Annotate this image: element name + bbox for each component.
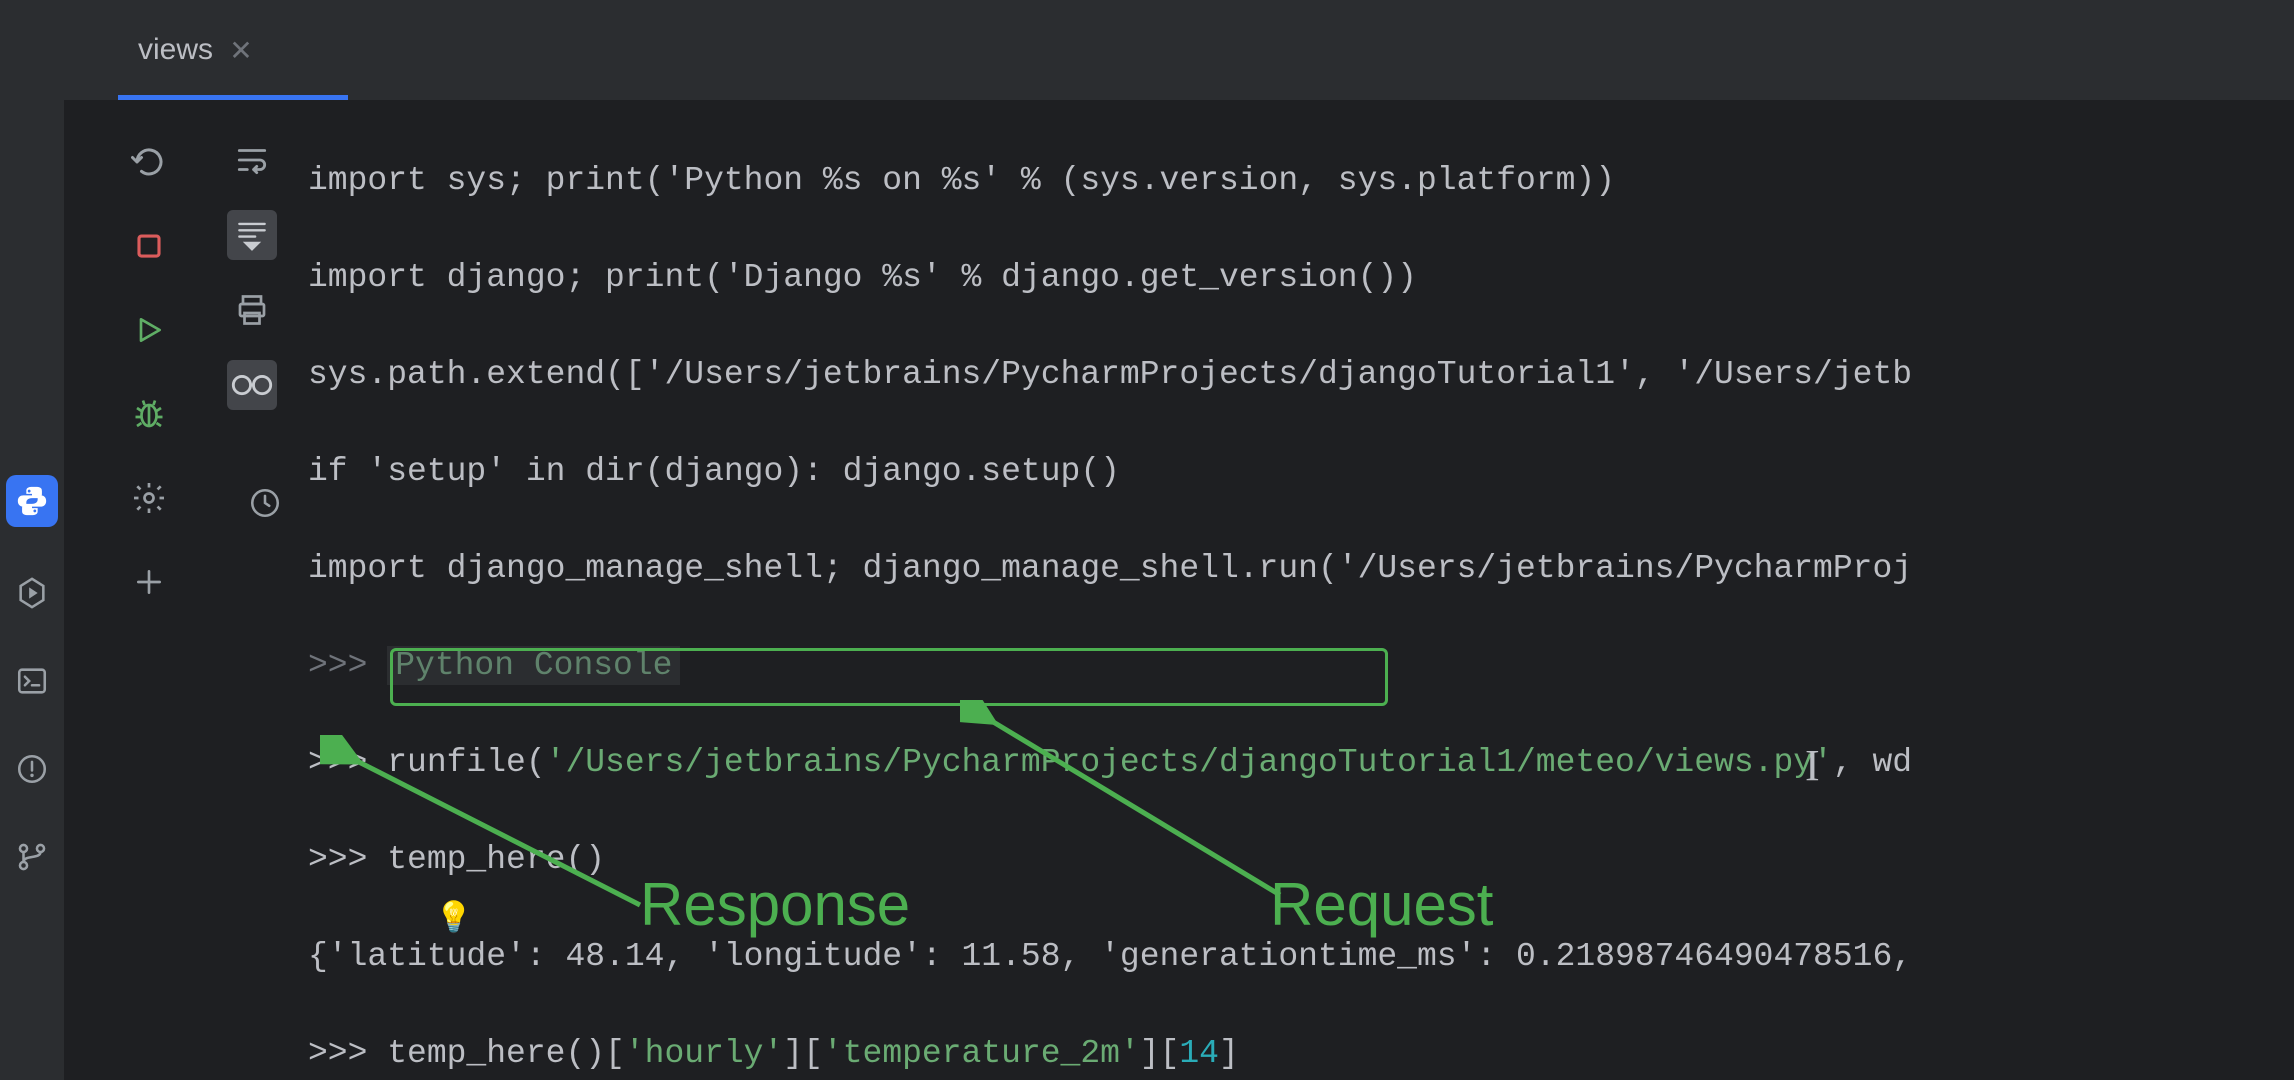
run-button[interactable] (127, 308, 171, 352)
print-button[interactable] (227, 285, 277, 335)
problems-tab-icon[interactable] (10, 747, 54, 791)
play-icon (133, 314, 165, 346)
tab-label: views (138, 33, 213, 67)
terminal-icon (15, 664, 49, 698)
console-line: import django_manage_shell; django_manag… (308, 545, 2294, 594)
editor-tab-bar: views ✕ (64, 0, 2294, 100)
console-view-toolbar (204, 100, 299, 1080)
mouse-ibeam-cursor: I (1805, 740, 1820, 791)
soft-wrap-icon (233, 141, 271, 179)
python-icon (15, 484, 49, 518)
view-variables-button[interactable] (227, 360, 277, 410)
play-hexagon-icon (15, 576, 49, 610)
scroll-to-end-button[interactable] (227, 210, 277, 260)
rerun-button[interactable] (127, 140, 171, 184)
add-button[interactable] (127, 560, 171, 604)
console-input-line: >>> temp_here() (308, 836, 2294, 885)
rerun-icon (131, 144, 167, 180)
console-output-line: {'latitude': 48.14, 'longitude': 11.58, … (308, 933, 2294, 982)
debug-button[interactable] (127, 392, 171, 436)
scroll-end-icon (233, 216, 271, 254)
console-label: Python Console (387, 646, 680, 685)
terminal-tab-icon[interactable] (10, 659, 54, 703)
print-icon (234, 292, 270, 328)
close-icon[interactable]: ✕ (229, 38, 253, 62)
console-input-line: >>> runfile('/Users/jetbrains/PycharmPro… (308, 739, 2294, 788)
services-tab-icon[interactable] (10, 571, 54, 615)
bug-icon (131, 396, 167, 432)
console-line: import sys; print('Python %s on %s' % (s… (308, 157, 2294, 206)
python-console-tab-icon[interactable] (6, 475, 58, 527)
console-line: import django; print('Django %s' % djang… (308, 254, 2294, 303)
console-line: sys.path.extend(['/Users/jetbrains/Pycha… (308, 351, 2294, 400)
left-tool-window-bar (0, 0, 64, 1080)
tab-views[interactable]: views ✕ (118, 0, 273, 100)
console-line: if 'setup' in dir(django): django.setup(… (308, 448, 2294, 497)
stop-icon (134, 231, 164, 261)
intention-bulb-icon[interactable]: 💡 (435, 900, 472, 937)
console-label-line: >>> Python Console (308, 642, 2294, 691)
stop-button[interactable] (127, 224, 171, 268)
console-input-line: >>> temp_here()['hourly']['temperature_2… (308, 1030, 2294, 1079)
glasses-icon (229, 370, 275, 400)
python-console-output[interactable]: import sys; print('Python %s on %s' % (s… (308, 108, 2294, 1080)
soft-wrap-button[interactable] (227, 135, 277, 185)
plus-icon (133, 566, 165, 598)
gear-icon (131, 480, 167, 516)
git-tab-icon[interactable] (10, 835, 54, 879)
settings-button[interactable] (127, 476, 171, 520)
console-run-toolbar (104, 100, 194, 1080)
history-icon[interactable] (248, 486, 282, 525)
git-branch-icon (15, 840, 49, 874)
problems-icon (15, 752, 49, 786)
